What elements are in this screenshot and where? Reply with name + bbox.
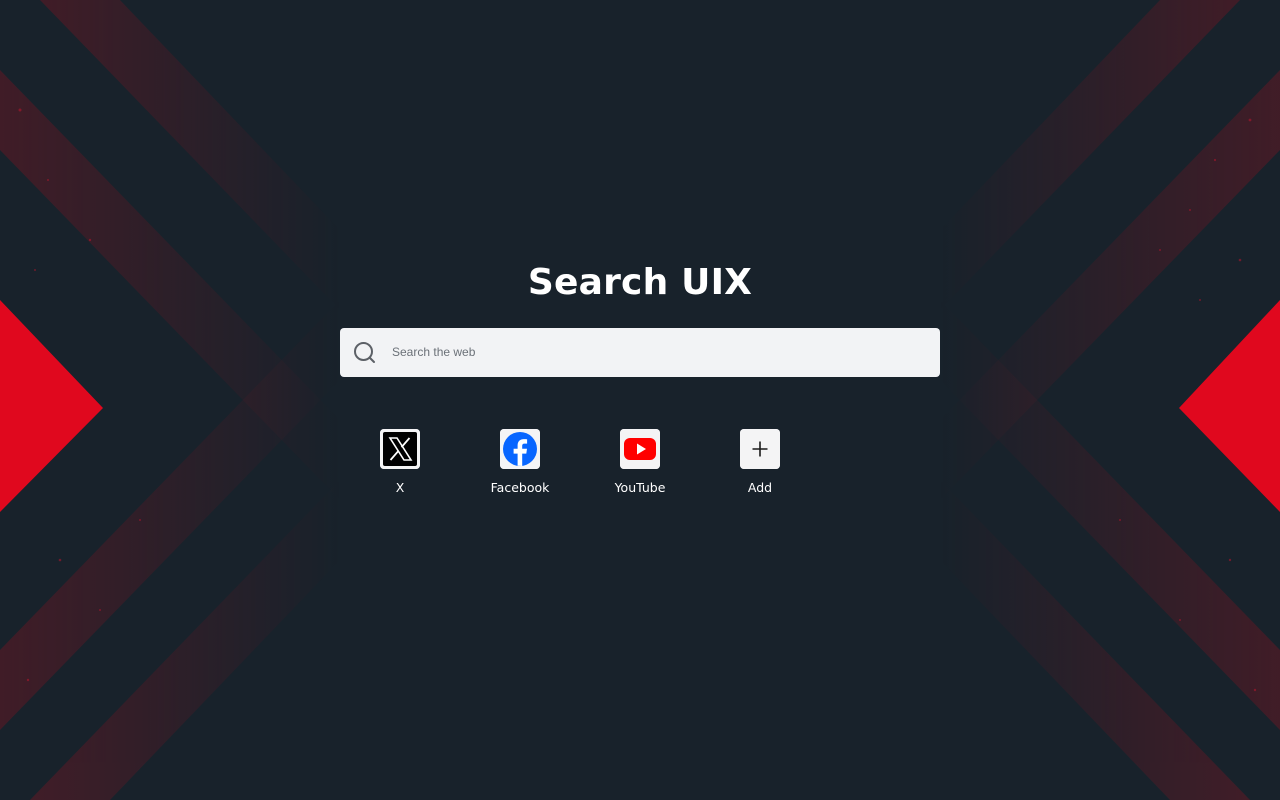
shortcut-label: YouTube [614, 480, 666, 495]
youtube-logo-icon[interactable] [620, 429, 660, 469]
background-pattern [0, 0, 1280, 800]
search-icon[interactable] [352, 340, 378, 366]
search-input[interactable] [392, 336, 922, 368]
shortcut-facebook[interactable]: Facebook [460, 429, 580, 501]
shortcut-label: Facebook [490, 480, 550, 495]
shortcut-add[interactable]: Add [700, 429, 820, 501]
shortcut-label: Add [747, 480, 773, 495]
shortcut-youtube[interactable]: YouTube [580, 429, 700, 501]
shortcut-label: X [395, 480, 405, 495]
shortcut-x[interactable]: X [340, 429, 460, 501]
page-title: Search UIX [527, 262, 753, 303]
shortcuts-grid: X Facebook YouTube Add [340, 429, 820, 509]
plus-icon[interactable] [740, 429, 780, 469]
x-logo-icon[interactable] [380, 429, 420, 469]
facebook-logo-icon[interactable] [500, 429, 540, 469]
new-tab-page: Search UIX X [0, 0, 1280, 800]
